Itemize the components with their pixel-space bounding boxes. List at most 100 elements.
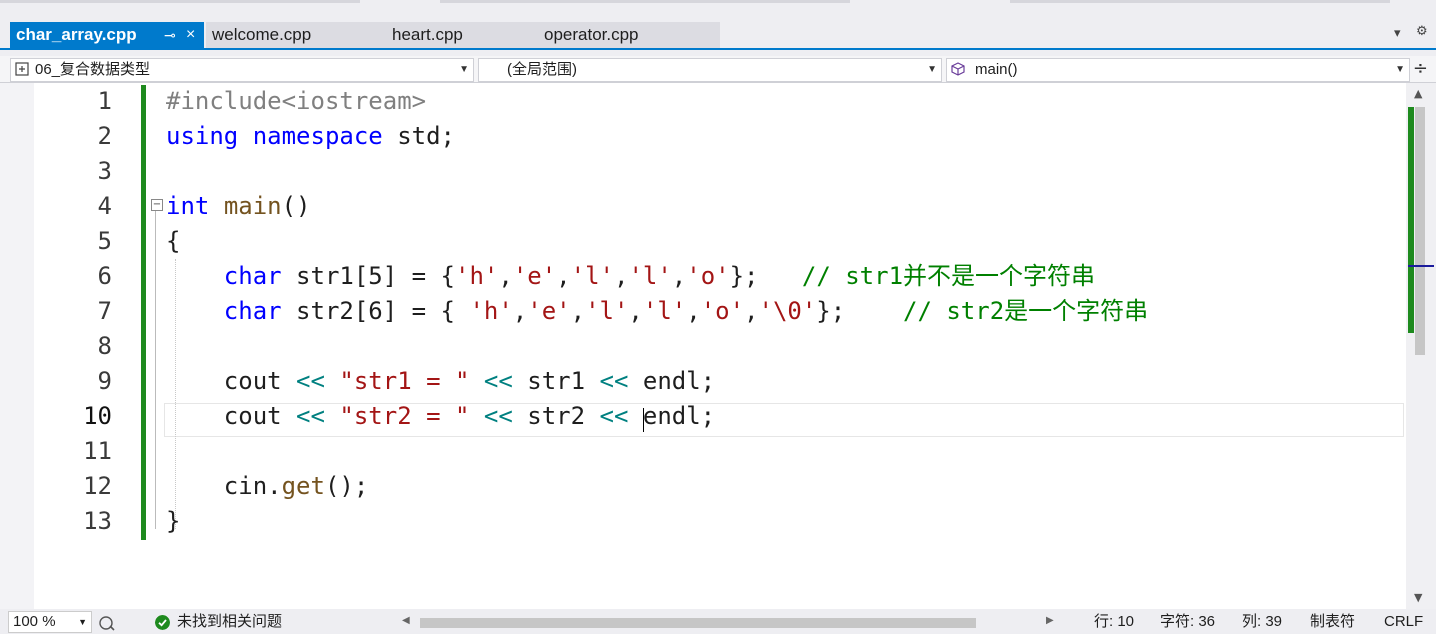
scroll-up-icon[interactable]: ▲ xyxy=(1414,87,1422,100)
line-number: 13 xyxy=(83,507,112,535)
comment: // str1并不是一个字符串 xyxy=(801,262,1096,290)
line-indicator[interactable]: 行: 10 xyxy=(1094,613,1134,631)
code-text: cin. xyxy=(223,472,282,500)
line-ending-indicator[interactable]: CRLF xyxy=(1384,613,1423,631)
tab-welcome[interactable]: welcome.cpp xyxy=(206,22,376,48)
tab-label: char_array.cpp xyxy=(16,25,137,44)
issues-status[interactable]: 未找到相关问题 xyxy=(177,613,282,631)
char-literal: 'e' xyxy=(512,262,557,290)
function-name: main xyxy=(223,192,282,220)
member-name: main() xyxy=(975,61,1018,78)
line-number: 3 xyxy=(97,157,112,185)
zoom-dropdown[interactable]: 100 % ▼ xyxy=(8,611,92,633)
project-icon xyxy=(15,62,29,76)
stream-operator: << xyxy=(599,367,629,395)
fold-guide xyxy=(155,211,156,529)
tab-char-array[interactable]: char_array.cpp ⊸ × xyxy=(10,22,204,48)
code-text: }; xyxy=(816,297,846,325)
char-literal: '\0' xyxy=(758,297,817,325)
code-text: str1 xyxy=(527,367,586,395)
tab-label: operator.cpp xyxy=(544,25,639,44)
tab-label: heart.cpp xyxy=(392,25,463,44)
change-map-marker xyxy=(1408,107,1414,333)
editor-left-margin xyxy=(0,83,34,609)
line-number: 11 xyxy=(83,437,112,465)
tab-heart[interactable]: heart.cpp xyxy=(386,22,526,48)
code-line-4: int main() xyxy=(166,189,311,224)
code-text: } xyxy=(166,507,181,535)
code-text: cout xyxy=(223,402,282,430)
scope-dropdown[interactable]: (全局范围) ▼ xyxy=(478,58,942,82)
caret-position-marker xyxy=(1408,265,1434,267)
function-cube-icon xyxy=(951,62,965,76)
zoom-level: 100 % xyxy=(13,613,56,630)
chevron-down-icon: ▼ xyxy=(459,64,469,75)
chevron-down-icon: ▼ xyxy=(78,617,87,627)
code-text: std; xyxy=(397,122,455,150)
split-editor-icon[interactable]: ÷ xyxy=(1413,58,1428,80)
char-literal: 'h' xyxy=(455,262,499,290)
line-number-current: 10 xyxy=(83,402,112,430)
comment: // str2是一个字符串 xyxy=(903,297,1149,325)
code-text: endl; xyxy=(642,367,716,395)
scroll-right-icon[interactable]: ▶ xyxy=(1046,615,1054,626)
chevron-down-icon: ▼ xyxy=(1395,64,1405,75)
scroll-down-icon[interactable]: ▼ xyxy=(1414,591,1422,604)
collapse-icon[interactable]: − xyxy=(151,199,163,211)
member-dropdown[interactable]: main() ▼ xyxy=(946,58,1410,82)
pin-icon[interactable]: ⊸ xyxy=(164,22,176,48)
tab-label: welcome.cpp xyxy=(212,25,312,44)
char-literal: 'h' xyxy=(469,297,513,325)
column-indicator[interactable]: 列: 39 xyxy=(1242,613,1282,631)
code-text: cout xyxy=(223,367,282,395)
char-indicator[interactable]: 字符: 36 xyxy=(1160,613,1215,631)
string-literal: "str2 = " xyxy=(339,402,470,430)
stream-operator: << xyxy=(483,367,513,395)
chevron-down-icon: ▼ xyxy=(927,64,937,75)
scope-name: (全局范围) xyxy=(507,61,577,78)
close-icon[interactable]: × xyxy=(186,22,195,48)
title-strip xyxy=(0,0,1436,20)
code-text: str2 xyxy=(527,402,586,430)
line-number: 5 xyxy=(97,227,112,255)
line-number: 7 xyxy=(97,297,112,325)
settings-icon[interactable]: ⚙ xyxy=(1416,24,1428,39)
line-number: 9 xyxy=(97,367,112,395)
char-literal: 'l' xyxy=(585,297,629,325)
project-dropdown[interactable]: 06_复合数据类型 ▼ xyxy=(10,58,474,82)
code-text: }; xyxy=(729,262,759,290)
tab-underline xyxy=(0,48,1436,50)
vertical-scrollbar[interactable]: ▲ ▼ xyxy=(1406,83,1436,609)
code-text: { xyxy=(166,227,181,255)
code-text: () xyxy=(281,192,311,220)
horizontal-scrollbar-thumb[interactable] xyxy=(420,618,976,628)
char-literal: 'e' xyxy=(527,297,571,325)
code-text: endl; xyxy=(642,402,716,430)
code-text: str1[5] = { xyxy=(296,262,455,290)
tabs-indicator[interactable]: 制表符 xyxy=(1310,613,1355,631)
stream-operator: << xyxy=(483,402,513,430)
char-literal: 'l' xyxy=(642,297,687,325)
project-name: 06_复合数据类型 xyxy=(35,61,151,78)
line-number: 2 xyxy=(97,122,112,150)
keyword: int xyxy=(166,192,210,220)
title-strip-segment xyxy=(440,0,850,3)
scroll-left-icon[interactable]: ◀ xyxy=(402,615,410,626)
code-editor[interactable]: − 1 2 3 4 5 6 7 8 9 10 11 12 13 #include… xyxy=(34,83,1406,609)
code-cleanup-icon[interactable] xyxy=(98,614,116,632)
scrollbar-thumb[interactable] xyxy=(1415,107,1425,355)
stream-operator: << xyxy=(599,402,629,430)
char-literal: 'o' xyxy=(700,297,745,325)
preprocessor-directive: #include<iostream> xyxy=(166,87,427,115)
code-line-2: using namespace std; xyxy=(166,119,455,154)
char-literal: 'l' xyxy=(570,262,614,290)
code-line-9: cout << "str1 = " << str1 << endl; xyxy=(166,364,715,399)
line-number: 4 xyxy=(97,192,112,220)
tab-operator[interactable]: operator.cpp xyxy=(538,22,718,48)
keyword: char xyxy=(223,262,282,290)
keyword: char xyxy=(223,297,282,325)
string-literal: "str1 = " xyxy=(339,367,470,395)
tab-list-dropdown-icon[interactable]: ▾ xyxy=(1394,26,1401,41)
keyword: using xyxy=(166,122,239,150)
check-circle-icon xyxy=(155,615,170,630)
